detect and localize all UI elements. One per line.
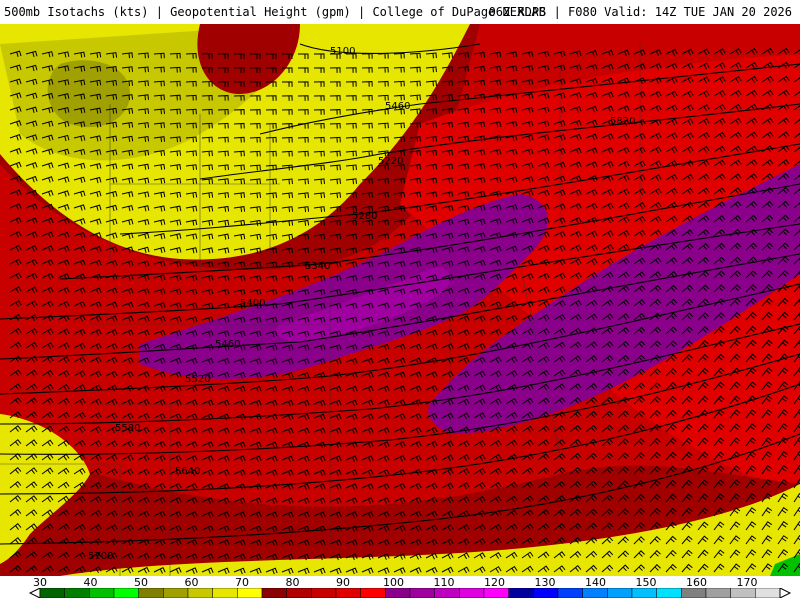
contour-label: 5400 xyxy=(240,298,265,309)
contour-label: 5580 xyxy=(115,423,140,434)
colorbar-arrow-right xyxy=(779,588,792,598)
colorbar-strip xyxy=(28,588,792,598)
colorbar-swatch xyxy=(138,588,164,598)
contour-label: 5460 xyxy=(215,339,240,350)
map-header: 500mb Isotachs (kts) | Geopotential Heig… xyxy=(0,0,800,24)
colorbar-swatch xyxy=(311,588,337,598)
colorbar-swatch xyxy=(64,588,90,598)
darkolive-region-north xyxy=(47,60,130,128)
isotach-colorbar: 30 40 50 60 70 80 90 100 110 120 130 140 150 160 170 xyxy=(0,576,800,600)
colorbar-arrow-left xyxy=(28,588,41,598)
colorbar-swatch xyxy=(582,588,608,598)
colorbar-swatch xyxy=(237,588,263,598)
colorbar-swatch xyxy=(89,588,115,598)
colorbar-swatch xyxy=(681,588,707,598)
colorbar-swatch xyxy=(261,588,287,598)
colorbar-swatch xyxy=(434,588,460,598)
contour-label: 5520 xyxy=(185,374,210,385)
colorbar-swatch xyxy=(607,588,633,598)
colorbar-swatch xyxy=(212,588,238,598)
colorbar-swatch xyxy=(656,588,682,598)
contour-label: 5280 xyxy=(352,211,377,222)
colorbar-swatch xyxy=(730,588,756,598)
colorbar-swatch xyxy=(187,588,213,598)
colorbar-swatch xyxy=(533,588,559,598)
colorbar-swatch xyxy=(705,588,731,598)
contour-label: 5700 xyxy=(88,551,113,562)
colorbar-swatch xyxy=(385,588,411,598)
contour-label: 5460 xyxy=(385,101,410,112)
colorbar-swatch xyxy=(163,588,189,598)
colorbar-swatch xyxy=(631,588,657,598)
colorbar-swatch xyxy=(113,588,139,598)
colorbar-swatch xyxy=(360,588,386,598)
colorbar-swatch xyxy=(39,588,65,598)
colorbar-swatch xyxy=(483,588,509,598)
contour-label: 5820 xyxy=(610,116,635,127)
contour-label: 5100 xyxy=(330,46,355,57)
colorbar-swatch xyxy=(557,588,583,598)
contour-label: 5340 xyxy=(305,261,330,272)
contour-label: 5220 xyxy=(378,156,403,167)
map-title: 500mb Isotachs (kts) | Geopotential Heig… xyxy=(4,5,546,19)
weather-map: 5100 5460 5220 5280 5340 5400 5460 5520 5580 5640… xyxy=(0,24,800,576)
colorbar-swatch xyxy=(755,588,781,598)
colorbar-swatch xyxy=(508,588,534,598)
model-valid-time: 06Z RDPS | F080 Valid: 14Z TUE JAN 20 20… xyxy=(488,5,792,19)
colorbar-swatch xyxy=(286,588,312,598)
colorbar-swatch xyxy=(335,588,361,598)
colorbar-swatch xyxy=(459,588,485,598)
colorbar-swatch xyxy=(409,588,435,598)
contour-label: 5640 xyxy=(175,466,200,477)
